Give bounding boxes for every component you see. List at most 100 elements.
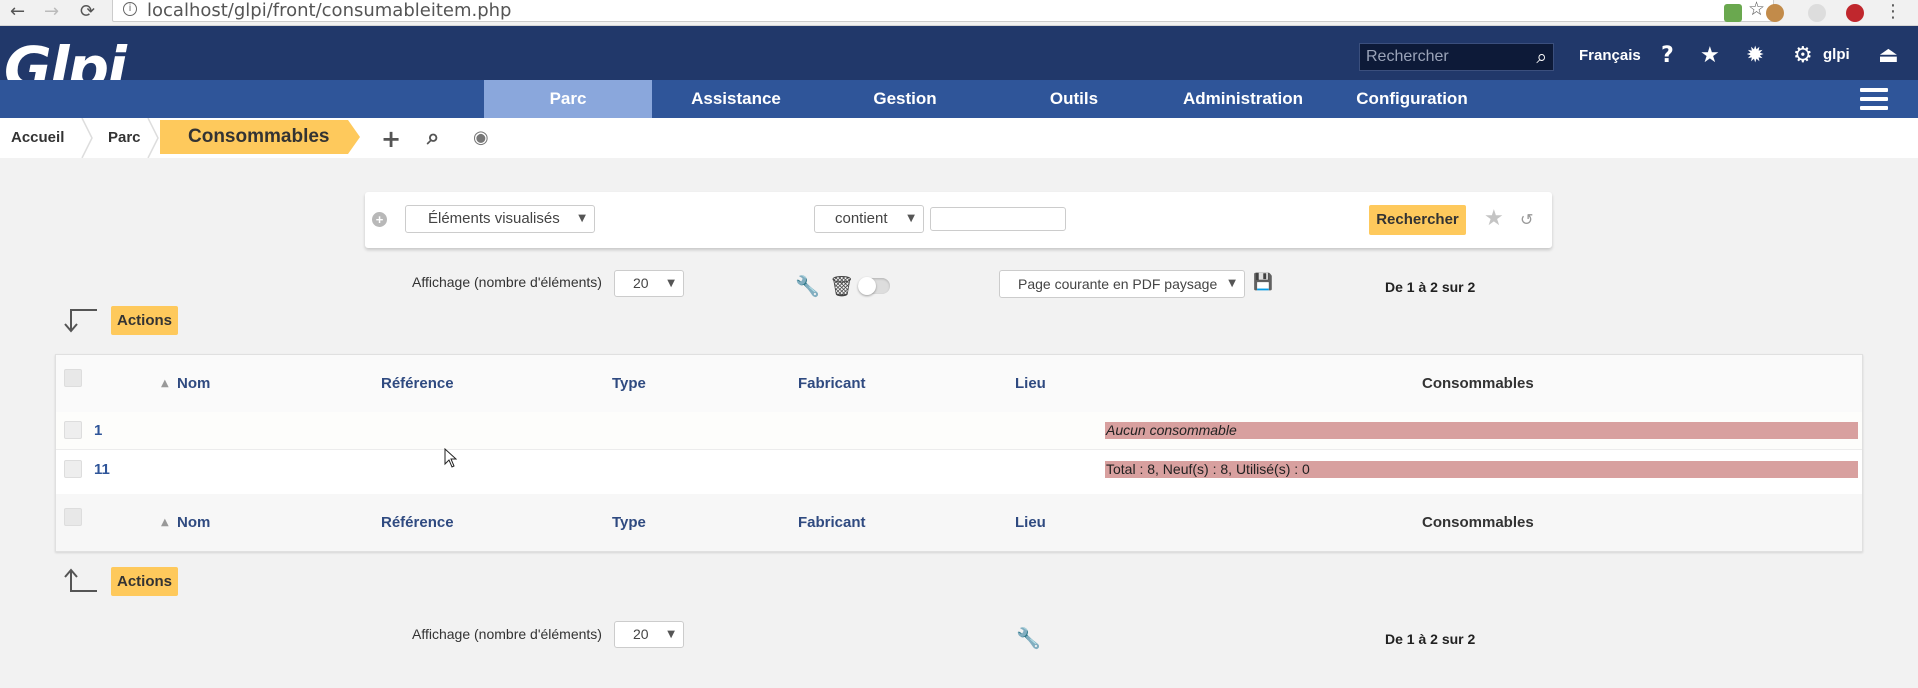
breadcrumb-accueil[interactable]: Accueil [11, 118, 64, 158]
wrench-icon[interactable]: 🔧 [1016, 626, 1041, 650]
column-header-consommables: Consommables [1422, 375, 1534, 392]
actions-button-top[interactable]: Actions [111, 306, 178, 335]
chevron-down-icon: ▼ [667, 629, 675, 640]
column-header-type[interactable]: Type [612, 375, 646, 392]
select-all-checkbox-footer[interactable] [64, 508, 82, 526]
column-footer-nom[interactable]: Nom [177, 514, 210, 531]
per-page-value: 20 [633, 275, 649, 291]
select-all-checkbox[interactable] [64, 369, 82, 387]
consumables-status: Total : 8, Neuf(s) : 8, Utilisé(s) : 0 [1105, 461, 1858, 478]
menu-assistance[interactable]: Assistance [652, 80, 820, 118]
arrow-up-left-icon [64, 568, 97, 592]
per-page-label-bottom: Affichage (nombre d'éléments) [412, 626, 602, 642]
row-checkbox[interactable] [64, 421, 82, 439]
breadcrumb-separator [147, 118, 159, 158]
export-format-select[interactable]: Page courante en PDF paysage ▼ [999, 270, 1245, 298]
eye-icon[interactable]: ◉ [473, 127, 489, 148]
url-text[interactable]: localhost/glpi/front/consumableitem.php [147, 0, 511, 21]
breadcrumb-current-consommables[interactable]: Consommables [160, 120, 360, 154]
operator-value: contient [835, 210, 888, 227]
search-panel: + Éléments visualisés ▼ contient ▼ Reche… [365, 192, 1552, 248]
operator-select[interactable]: contient ▼ [814, 205, 924, 233]
address-bar[interactable]: i localhost/glpi/front/consumableitem.ph… [112, 0, 1774, 22]
search-icon[interactable]: ⌕ [1536, 46, 1547, 68]
row-checkbox[interactable] [64, 460, 82, 478]
preferences-gear-icon[interactable]: ⚙ [1793, 43, 1813, 68]
menu-gestion[interactable]: Gestion [820, 80, 990, 118]
menu-administration[interactable]: Administration [1158, 80, 1328, 118]
arrow-down-left-icon [64, 309, 97, 333]
extension-opera-icon[interactable] [1846, 4, 1864, 22]
language-link[interactable]: Français [1579, 47, 1641, 64]
pagination-range-bottom: De 1 à 2 sur 2 [1385, 631, 1476, 647]
debug-bug-icon[interactable]: ✹ [1746, 43, 1764, 68]
save-search-star-icon[interactable]: ★ [1484, 206, 1504, 231]
criteria-field-select[interactable]: Éléments visualisés ▼ [405, 205, 595, 233]
user-name[interactable]: glpi [1823, 46, 1850, 63]
column-header-fabricant[interactable]: Fabricant [798, 375, 866, 392]
column-footer-lieu[interactable]: Lieu [1015, 514, 1046, 531]
trash-icon[interactable]: 🗑 [829, 274, 854, 298]
rechercher-button[interactable]: Rechercher [1369, 205, 1466, 235]
sort-ascending-icon: ▲ [161, 378, 169, 389]
menu-outils[interactable]: Outils [990, 80, 1158, 118]
export-format-value: Page courante en PDF paysage [1018, 276, 1218, 292]
consumables-table: ▲ Nom Référence Type Fabricant Lieu Cons… [55, 354, 1863, 552]
menu-parc[interactable]: Parc [484, 80, 652, 118]
forward-icon[interactable]: → [44, 1, 59, 22]
bookmark-star-icon[interactable]: ☆ [1748, 0, 1765, 20]
sort-ascending-icon: ▲ [161, 517, 169, 528]
reset-search-icon[interactable]: ↺ [1520, 210, 1533, 229]
menu-configuration[interactable]: Configuration [1328, 80, 1496, 118]
item-name-link[interactable]: 11 [94, 461, 110, 478]
hamburger-menu-icon[interactable] [1860, 88, 1888, 110]
column-header-nom[interactable]: Nom [177, 375, 210, 392]
table-footer: ▲ Nom Référence Type Fabricant Lieu Cons… [56, 494, 1862, 551]
search-icon[interactable]: ⌕ [427, 125, 439, 150]
per-page-select[interactable]: 20 ▼ [614, 270, 684, 297]
browser-toolbar: ← → ⟳ i localhost/glpi/front/consumablei… [0, 0, 1918, 26]
extension-cookie-icon[interactable] [1766, 4, 1784, 22]
logout-icon[interactable]: ⏏ [1878, 43, 1899, 68]
table-row[interactable]: 11 Total : 8, Neuf(s) : 8, Utilisé(s) : … [56, 450, 1862, 488]
extension-ghost-icon[interactable] [1808, 4, 1826, 22]
pagination-range: De 1 à 2 sur 2 [1385, 279, 1476, 295]
global-search-input[interactable] [1360, 44, 1520, 70]
column-header-reference[interactable]: Référence [381, 375, 454, 392]
per-page-value-bottom: 20 [633, 626, 649, 642]
table-header: ▲ Nom Référence Type Fabricant Lieu Cons… [56, 355, 1862, 412]
main-menu: Parc Assistance Gestion Outils Administr… [0, 80, 1918, 118]
column-footer-type[interactable]: Type [612, 514, 646, 531]
browser-menu-icon[interactable]: ⋮ [1884, 1, 1902, 22]
breadcrumb-parc[interactable]: Parc [108, 118, 141, 158]
toggle-switch[interactable] [858, 277, 890, 295]
chevron-down-icon: ▼ [907, 213, 915, 224]
info-icon[interactable]: i [123, 2, 137, 16]
help-icon[interactable]: ? [1661, 43, 1674, 68]
add-criteria-icon[interactable]: + [372, 212, 387, 227]
global-search[interactable]: ⌕ [1359, 43, 1554, 71]
column-header-lieu[interactable]: Lieu [1015, 375, 1046, 392]
reload-icon[interactable]: ⟳ [80, 1, 95, 22]
criteria-field-value: Éléments visualisés [428, 210, 560, 227]
table-row[interactable]: 1 Aucun consommable [56, 412, 1862, 449]
column-footer-reference[interactable]: Référence [381, 514, 454, 531]
breadcrumb-separator [81, 118, 93, 158]
breadcrumb: Accueil Parc Consommables [0, 118, 1918, 158]
chevron-down-icon: ▼ [1228, 278, 1236, 289]
favorites-star-icon[interactable]: ★ [1700, 43, 1720, 68]
item-name-link[interactable]: 1 [94, 422, 102, 439]
per-page-select-bottom[interactable]: 20 ▼ [614, 621, 684, 648]
chevron-down-icon: ▼ [667, 278, 675, 289]
back-icon[interactable]: ← [10, 1, 25, 22]
column-footer-fabricant[interactable]: Fabricant [798, 514, 866, 531]
per-page-label: Affichage (nombre d'éléments) [412, 274, 602, 290]
extension-screen-icon[interactable] [1724, 4, 1742, 22]
add-icon[interactable]: + [381, 125, 401, 153]
actions-button-bottom[interactable]: Actions [111, 567, 178, 596]
save-icon[interactable]: 💾 [1253, 272, 1273, 291]
search-value-input[interactable] [930, 207, 1066, 231]
chevron-down-icon: ▼ [578, 213, 586, 224]
mouse-pointer-icon [444, 448, 457, 468]
wrench-icon[interactable]: 🔧 [795, 274, 820, 298]
